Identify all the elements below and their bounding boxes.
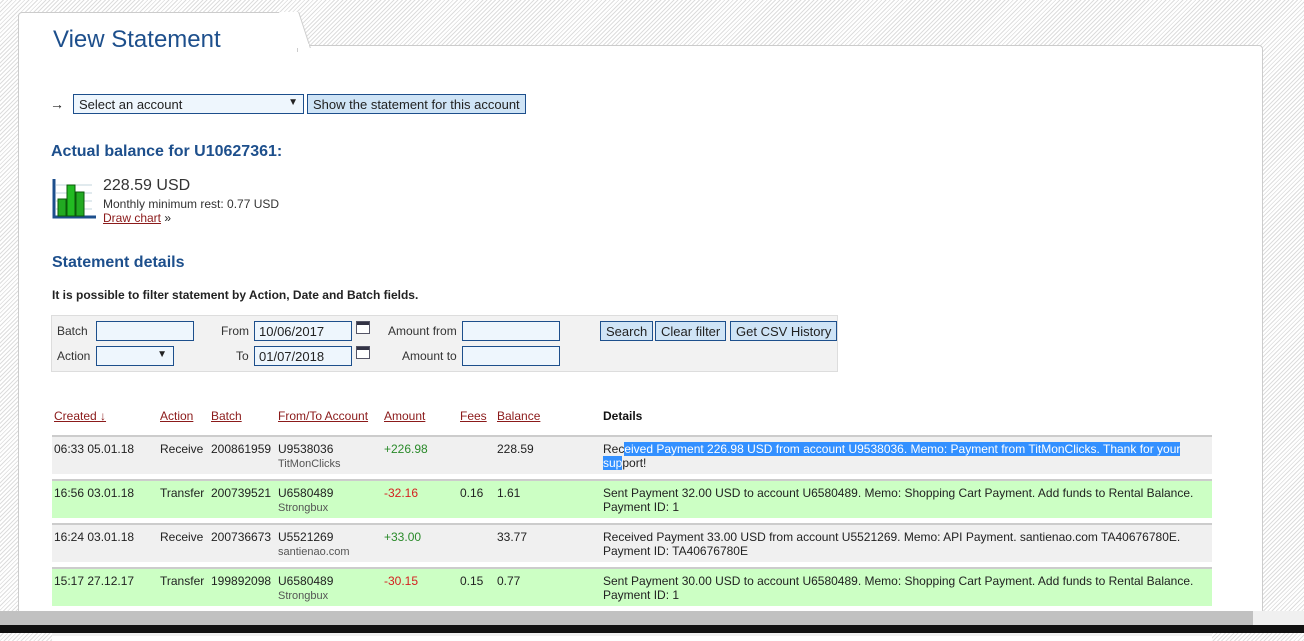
minimum-rest: Monthly minimum rest: 0.77 USD xyxy=(103,197,280,211)
balance-cell: 33.77 xyxy=(495,523,601,567)
action-select[interactable]: ▼ xyxy=(96,346,174,366)
created-cell: 16:56 03.01.18 xyxy=(52,479,158,523)
statement-heading: Statement details xyxy=(52,254,185,271)
table-row: 15:17 27.12.17 Transfer 199892098 U65804… xyxy=(52,567,1212,611)
action-cell: Transfer xyxy=(158,567,209,611)
sort-balance[interactable]: Balance xyxy=(497,409,540,423)
batch-cell: 200739521 xyxy=(209,479,276,523)
account-id: U5521269 xyxy=(278,530,334,544)
fees-cell: 0.16 xyxy=(458,479,495,523)
get-csv-button[interactable]: Get CSV History xyxy=(730,321,838,341)
details-text: Rec xyxy=(603,442,625,456)
from-label: From xyxy=(221,324,249,338)
account-name: santienao.com xyxy=(278,546,350,558)
batch-input[interactable] xyxy=(96,321,194,341)
details-header: Details xyxy=(603,409,643,423)
account-name: Strongbux xyxy=(278,590,329,602)
from-date-input[interactable]: 10/06/2017 xyxy=(254,321,352,341)
chevron-down-icon: ▼ xyxy=(157,349,167,360)
account-cell: U6580489 Strongbux xyxy=(276,567,382,611)
taskbar xyxy=(0,625,1304,633)
details-cell: Received Payment 33.00 USD from account … xyxy=(601,523,1212,567)
balance-cell: 1.61 xyxy=(495,479,601,523)
search-button[interactable]: Search xyxy=(600,321,654,341)
created-cell: 16:24 03.01.18 xyxy=(52,523,158,567)
arrow-icon: → xyxy=(50,96,64,112)
amount-from-input[interactable] xyxy=(462,321,560,341)
account-id: U6580489 xyxy=(278,486,334,500)
batch-cell: 200736673 xyxy=(209,523,276,567)
table-row: 06:33 05.01.18 Receive 200861959 U953803… xyxy=(52,435,1212,479)
account-cell: U9538036 TitMonClicks xyxy=(276,435,382,479)
clear-filter-button[interactable]: Clear filter xyxy=(655,321,727,341)
action-label: Action xyxy=(57,349,91,363)
sort-created[interactable]: Created ↓ xyxy=(54,409,106,423)
account-cell: U6580489 Strongbux xyxy=(276,479,382,523)
account-select[interactable]: Select an account ▼ xyxy=(73,94,304,114)
details-cell: Received Payment 226.98 USD from account… xyxy=(601,435,1212,479)
statement-table: Created ↓ Action Batch From/To Account A… xyxy=(52,405,1212,641)
balance-heading: Actual balance for U10627361: xyxy=(51,143,283,160)
fees-cell xyxy=(458,435,495,479)
scrollbar-thumb[interactable] xyxy=(0,611,1253,625)
fees-cell xyxy=(458,523,495,567)
details-cell: Sent Payment 30.00 USD to account U65804… xyxy=(601,567,1212,611)
account-id: U9538036 xyxy=(278,442,334,456)
created-cell: 06:33 05.01.18 xyxy=(52,435,158,479)
batch-cell: 200861959 xyxy=(209,435,276,479)
table-row: 16:24 03.01.18 Receive 200736673 U552126… xyxy=(52,523,1212,567)
batch-label: Batch xyxy=(57,324,88,338)
amount-to-input[interactable] xyxy=(462,346,560,366)
bar-chart-icon xyxy=(52,179,96,219)
show-statement-button[interactable]: Show the statement for this account xyxy=(307,94,526,114)
sort-action[interactable]: Action xyxy=(160,409,193,423)
action-cell: Receive xyxy=(158,523,209,567)
balance-amount: 228.59 USD xyxy=(103,177,191,194)
amount-cell: -32.16 xyxy=(382,479,458,523)
table-header: Created ↓ Action Batch From/To Account A… xyxy=(52,405,1212,435)
account-select-value: Select an account xyxy=(79,97,183,112)
sort-fees[interactable]: Fees xyxy=(460,409,487,423)
calendar-icon[interactable] xyxy=(356,321,370,334)
page-title: View Statement xyxy=(53,26,221,53)
draw-chart-link[interactable]: Draw chart xyxy=(103,211,161,225)
account-cell: U5521269 santienao.com xyxy=(276,523,382,567)
details-text: port! xyxy=(622,456,647,470)
action-cell: Receive xyxy=(158,435,209,479)
details-cell: Sent Payment 32.00 USD to account U65804… xyxy=(601,479,1212,523)
account-id: U6580489 xyxy=(278,574,334,588)
sort-amount[interactable]: Amount xyxy=(384,409,425,423)
chevron-down-icon: ▼ xyxy=(288,97,298,108)
amount-cell: +33.00 xyxy=(382,523,458,567)
balance-cell: 0.77 xyxy=(495,567,601,611)
link-arrow: » xyxy=(164,211,172,225)
amount-from-label: Amount from xyxy=(388,324,457,338)
amount-to-label: Amount to xyxy=(402,349,457,363)
account-name: TitMonClicks xyxy=(278,458,341,470)
to-date-input[interactable]: 01/07/2018 xyxy=(254,346,352,366)
account-name: Strongbux xyxy=(278,502,329,514)
sort-account[interactable]: From/To Account xyxy=(278,409,368,423)
amount-cell: +226.98 xyxy=(382,435,458,479)
batch-cell: 199892098 xyxy=(209,567,276,611)
amount-cell: -30.15 xyxy=(382,567,458,611)
table-row: 16:56 03.01.18 Transfer 200739521 U65804… xyxy=(52,479,1212,523)
to-label: To xyxy=(236,349,249,363)
selected-text: eived Payment 226.98 USD from account U9… xyxy=(603,442,1181,470)
action-cell: Transfer xyxy=(158,479,209,523)
balance-cell: 228.59 xyxy=(495,435,601,479)
fees-cell: 0.15 xyxy=(458,567,495,611)
calendar-icon[interactable] xyxy=(356,346,370,359)
filter-note: It is possible to filter statement by Ac… xyxy=(52,288,419,302)
created-cell: 15:17 27.12.17 xyxy=(52,567,158,611)
sort-batch[interactable]: Batch xyxy=(211,409,242,423)
